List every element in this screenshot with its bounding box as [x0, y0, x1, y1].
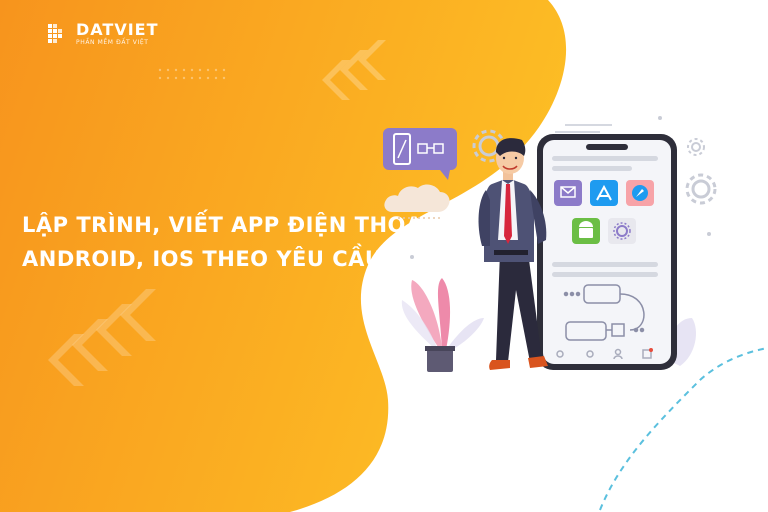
- illustration: [383, 116, 717, 372]
- app-store-icon: [590, 180, 618, 206]
- cloud-icon: [384, 184, 450, 219]
- settings-icon: [608, 218, 636, 244]
- plant-icon: [401, 278, 484, 372]
- android-icon: [572, 218, 600, 244]
- gear-icon-right: [685, 173, 717, 205]
- gear-icon-small: [687, 138, 705, 156]
- safari-icon: [626, 180, 654, 206]
- phone-bubble-icon: [383, 128, 457, 180]
- banner: DATVIET PHẦN MỀM ĐẤT VIỆT LẬP TRÌNH, VIẾ…: [0, 0, 768, 512]
- mail-icon: [554, 180, 582, 206]
- smartphone: [537, 134, 677, 370]
